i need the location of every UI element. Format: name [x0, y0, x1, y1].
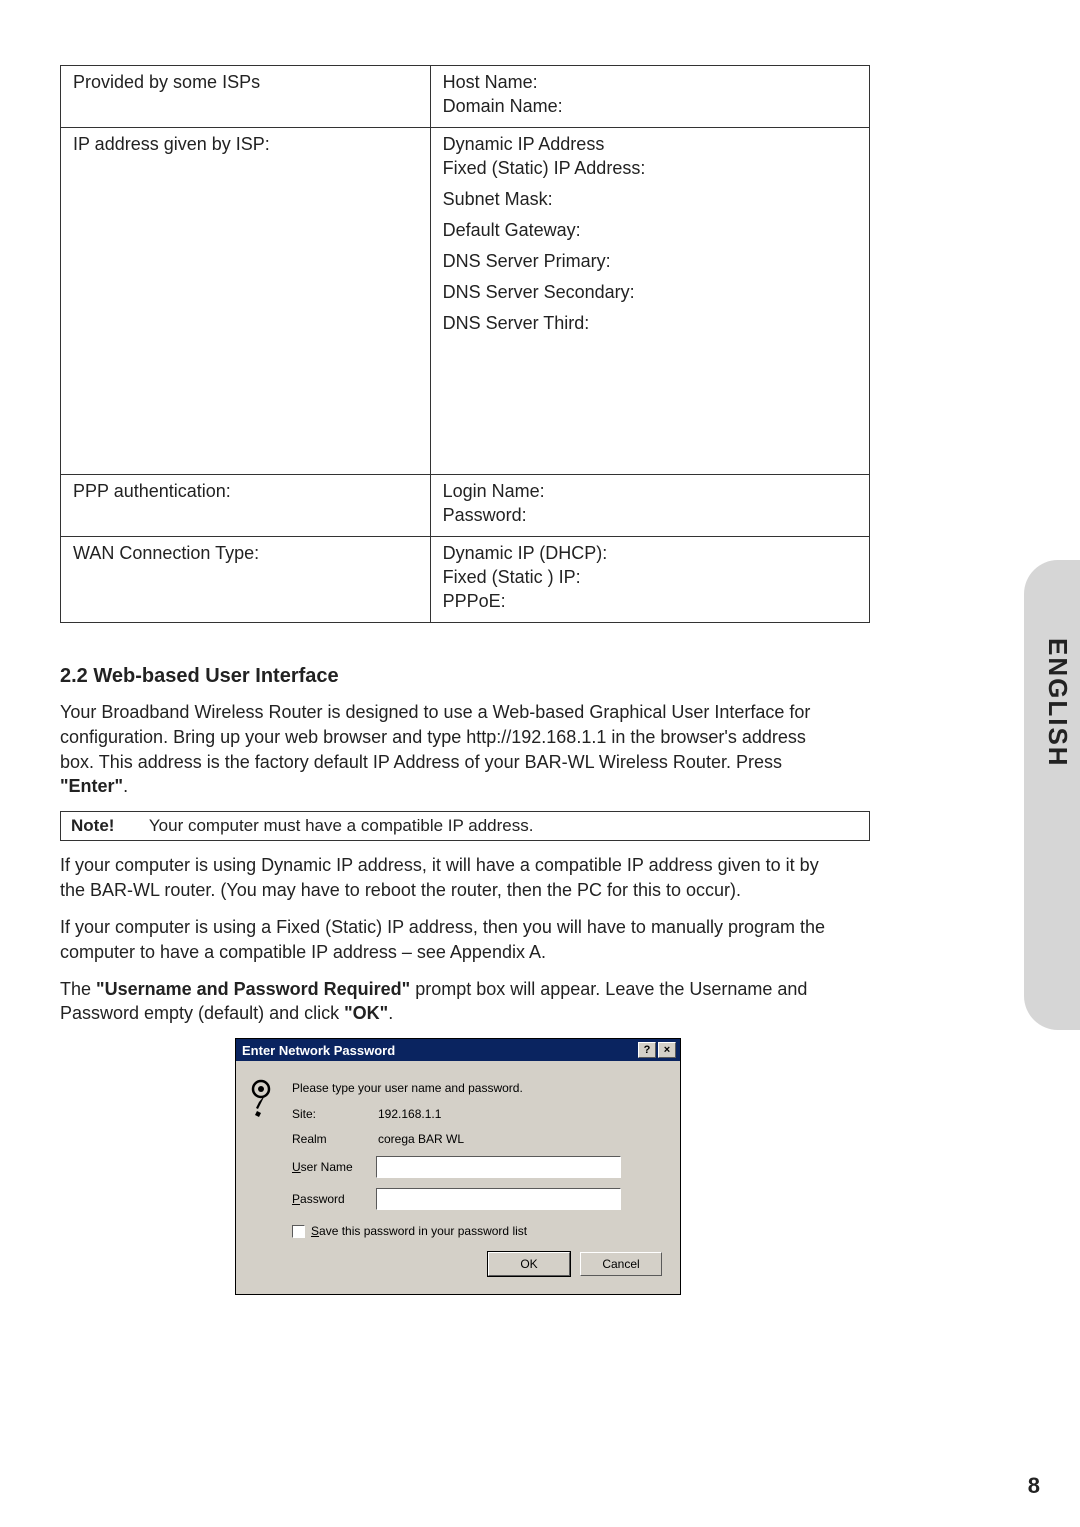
- realm-label: Realm: [292, 1132, 376, 1146]
- page-number: 8: [1028, 1473, 1040, 1499]
- close-button[interactable]: ×: [658, 1042, 676, 1058]
- note-text: Your computer must have a compatible IP …: [149, 816, 534, 835]
- realm-value: corega BAR WL: [376, 1132, 662, 1146]
- isp-info-table: Provided by some ISPs Host Name: Domain …: [60, 65, 870, 623]
- username-label: User Name: [292, 1160, 376, 1174]
- table-row-values: Dynamic IP Address Fixed (Static) IP Add…: [430, 128, 869, 475]
- password-input[interactable]: [376, 1188, 621, 1210]
- save-password-label: Save this password in your password list: [311, 1224, 527, 1238]
- dialog-instruction: Please type your user name and password.: [292, 1081, 662, 1095]
- body-paragraph: The "Username and Password Required" pro…: [60, 977, 830, 1027]
- help-button[interactable]: ?: [638, 1042, 656, 1058]
- language-tab: ENGLISH: [1024, 560, 1080, 1030]
- note-label: Note!: [71, 816, 114, 835]
- dialog-titlebar: Enter Network Password ? ×: [236, 1039, 680, 1061]
- site-value: 192.168.1.1: [376, 1107, 662, 1121]
- password-label: Password: [292, 1192, 376, 1206]
- cancel-button[interactable]: Cancel: [580, 1252, 662, 1276]
- table-row-label: Provided by some ISPs: [61, 66, 431, 128]
- body-paragraph: Your Broadband Wireless Router is design…: [60, 700, 830, 799]
- table-row-label: PPP authentication:: [61, 475, 431, 537]
- username-input[interactable]: [376, 1156, 621, 1178]
- section-heading: 2.2 Web-based User Interface: [60, 665, 830, 688]
- site-label: Site:: [292, 1107, 376, 1121]
- note-box: Note! Your computer must have a compatib…: [60, 811, 870, 841]
- table-row-values: Host Name: Domain Name:: [430, 66, 869, 128]
- dialog-title-text: Enter Network Password: [242, 1043, 395, 1058]
- table-row-label: IP address given by ISP:: [61, 128, 431, 475]
- table-row-values: Dynamic IP (DHCP): Fixed (Static ) IP: P…: [430, 537, 869, 623]
- save-password-checkbox[interactable]: [292, 1225, 305, 1238]
- body-paragraph: If your computer is using Dynamic IP add…: [60, 853, 830, 903]
- auth-dialog: Enter Network Password ? × Please type y…: [235, 1038, 681, 1295]
- table-row-values: Login Name: Password:: [430, 475, 869, 537]
- key-icon: [248, 1079, 292, 1122]
- body-paragraph: If your computer is using a Fixed (Stati…: [60, 915, 830, 965]
- ok-button[interactable]: OK: [488, 1252, 570, 1276]
- table-row-label: WAN Connection Type:: [61, 537, 431, 623]
